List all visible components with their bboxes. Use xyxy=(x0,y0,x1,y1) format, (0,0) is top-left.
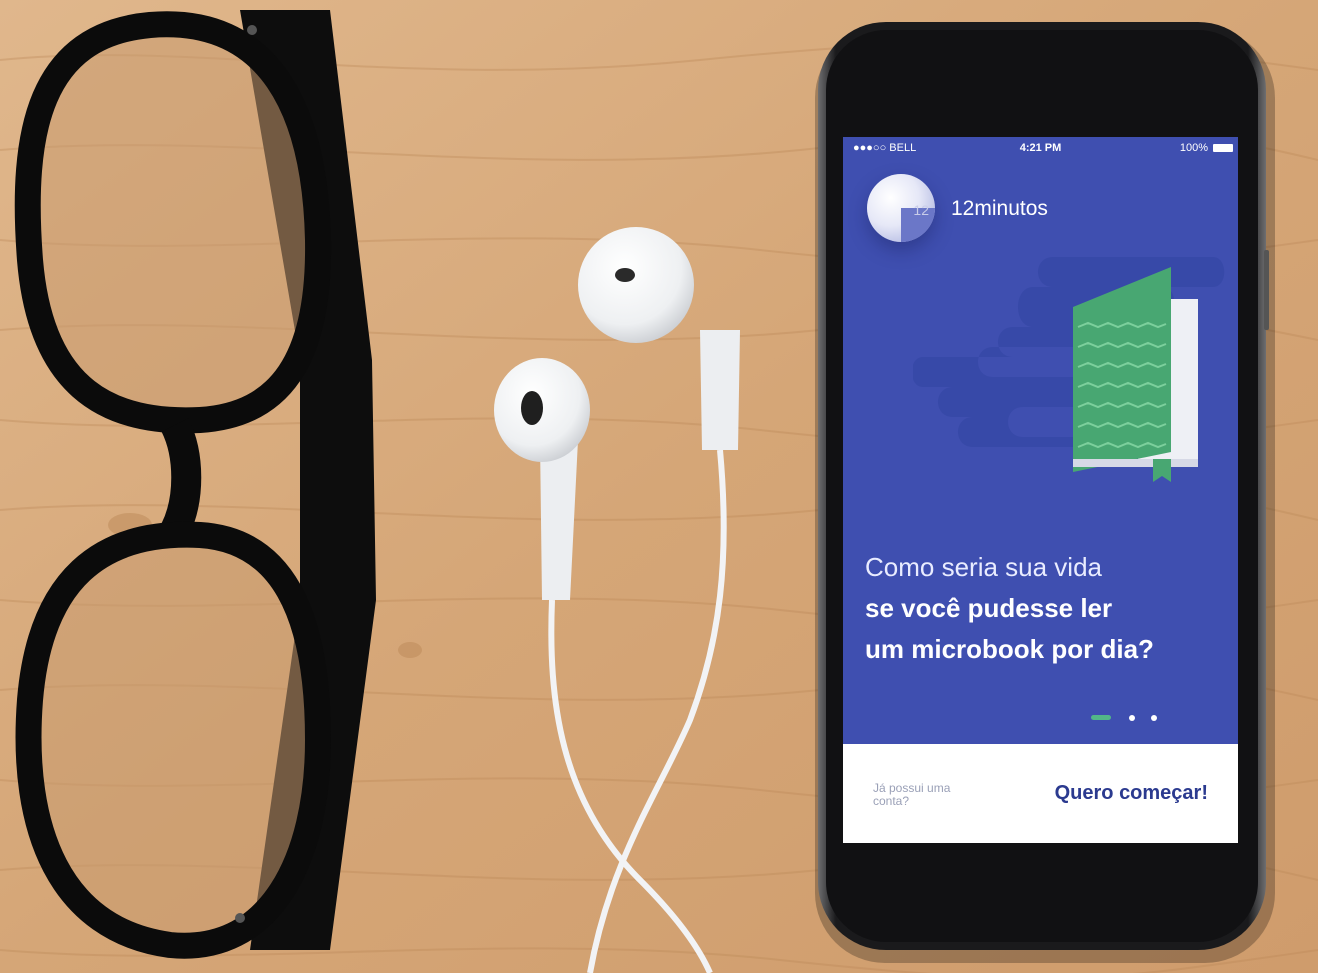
start-button[interactable]: Quero começar! xyxy=(1055,782,1208,805)
headline-line-3: um microbook por dia? xyxy=(865,634,1154,664)
glasses-lens-top xyxy=(14,11,332,434)
earbud-head xyxy=(578,227,694,343)
onboarding-headline: Como seria sua vida se você pudesse ler … xyxy=(865,547,1225,670)
earbud-speaker-grille xyxy=(615,268,635,282)
headline-line-1: Como seria sua vida xyxy=(865,552,1102,582)
onboarding-footer: Já possui uma conta? Quero começar! xyxy=(843,744,1238,843)
page-dot-active[interactable] xyxy=(1091,715,1111,720)
page-indicator xyxy=(1091,713,1161,723)
bookmark-ribbon xyxy=(1153,459,1171,482)
clock-logo-icon: 12 xyxy=(867,174,935,242)
book-page-edge xyxy=(1073,459,1198,467)
earbud-stem xyxy=(700,330,740,450)
page-dot[interactable] xyxy=(1151,715,1157,721)
wood-knot xyxy=(398,642,422,658)
glasses-bridge xyxy=(161,418,202,537)
brand-name: 12minutos xyxy=(951,197,1048,220)
clock: 4:21 PM xyxy=(1019,142,1062,154)
login-link[interactable]: Já possui uma conta? xyxy=(873,782,983,808)
app-screen: ●●●○○ BELL 4:21 PM 100% 12 12minutos Com… xyxy=(843,137,1238,843)
battery-percentage: 100% xyxy=(1179,142,1208,154)
status-bar: ●●●○○ BELL 4:21 PM 100% xyxy=(843,137,1238,159)
page-dot[interactable] xyxy=(1129,715,1135,721)
book-illustration xyxy=(913,257,1225,482)
earbud-speaker-grille xyxy=(521,391,543,425)
phone-side-button xyxy=(1264,250,1269,330)
battery-icon xyxy=(1213,144,1233,152)
logo-number: 12 xyxy=(913,202,929,218)
glasses-lens-bottom xyxy=(15,521,332,959)
headline-line-2: se você pudesse ler xyxy=(865,593,1113,623)
